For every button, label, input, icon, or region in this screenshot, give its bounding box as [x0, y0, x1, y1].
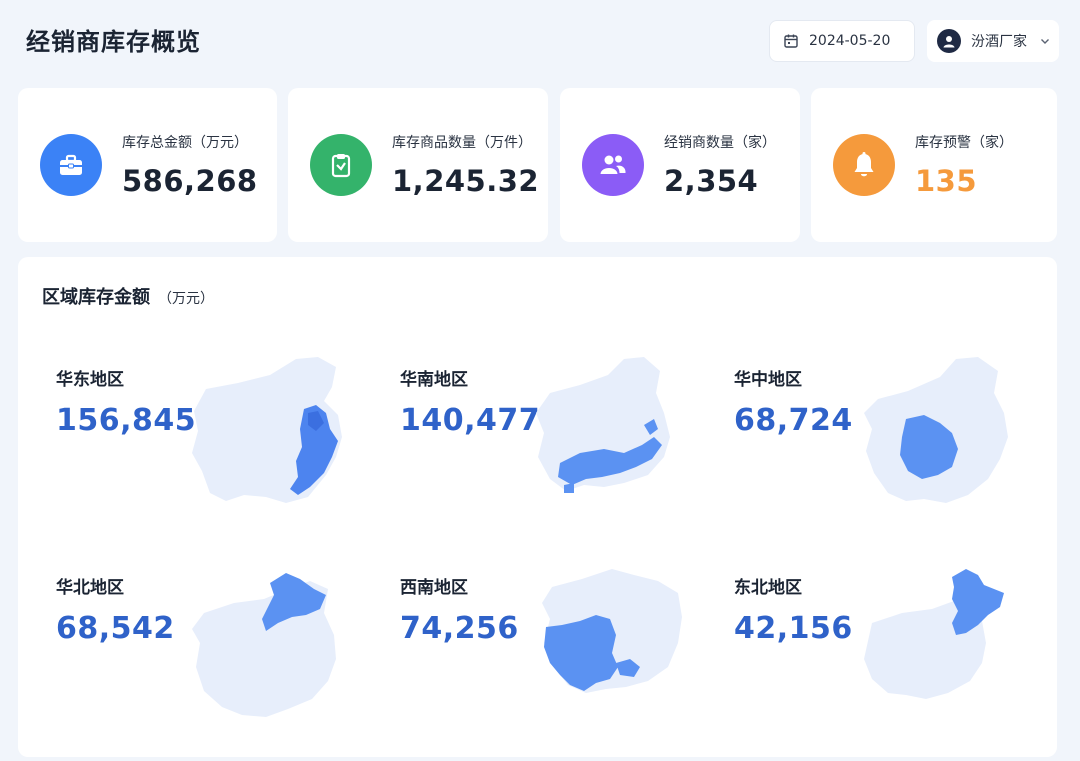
- page-title: 经销商库存概览: [26, 28, 201, 56]
- calendar-icon: [784, 34, 798, 48]
- region-panel: 区域库存金额 （万元） 华东地区 156,845 华南地区 140,477 华中地…: [18, 257, 1057, 757]
- kpi-card-product-count: 库存商品数量（万件） 1,245.32: [288, 88, 548, 242]
- region-value: 42,156: [734, 611, 853, 646]
- kpi-label: 库存预警（家）: [915, 135, 1013, 151]
- user-name: 汾酒厂家: [971, 34, 1027, 50]
- region-name: 华南地区: [400, 370, 468, 390]
- china-map-east-highlight-icon: [192, 357, 342, 503]
- bell-icon: [854, 152, 874, 177]
- avatar: [937, 29, 961, 53]
- region-name: 华东地区: [56, 370, 124, 390]
- region-name: 西南地区: [400, 578, 468, 598]
- user-menu[interactable]: 汾酒厂家: [927, 20, 1059, 62]
- region-card-east[interactable]: 华东地区 156,845: [40, 339, 360, 529]
- region-section-title-text: 区域库存金额: [42, 287, 150, 308]
- chevron-down-icon: [1041, 39, 1049, 44]
- users-icon: [600, 155, 626, 174]
- region-value: 140,477: [400, 403, 541, 438]
- kpi-value: 135: [915, 164, 978, 198]
- region-section-unit: （万元）: [158, 291, 214, 307]
- region-name: 华北地区: [56, 578, 124, 598]
- kpi-value: 1,245.32: [392, 164, 540, 198]
- region-card-northeast[interactable]: 东北地区 42,156: [718, 547, 1038, 737]
- region-card-southwest[interactable]: 西南地区 74,256: [384, 547, 704, 737]
- kpi-label: 库存商品数量（万件）: [392, 135, 532, 151]
- kpi-icon-bg: [40, 134, 102, 196]
- region-value: 68,542: [56, 611, 175, 646]
- region-name: 华中地区: [734, 370, 802, 390]
- kpi-value: 586,268: [122, 164, 258, 198]
- date-value: 2024-05-20: [809, 33, 891, 49]
- user-icon: [943, 36, 955, 48]
- kpi-icon-bg: [310, 134, 372, 196]
- china-map-south-highlight-icon: [536, 357, 670, 493]
- region-value: 74,256: [400, 611, 519, 646]
- region-name: 东北地区: [734, 578, 802, 598]
- china-map-central-highlight-icon: [864, 357, 1008, 503]
- region-card-north[interactable]: 华北地区 68,542: [40, 547, 360, 737]
- kpi-card-stock-warning: 库存预警（家） 135: [811, 88, 1057, 242]
- kpi-card-dealer-count: 经销商数量（家） 2,354: [560, 88, 800, 242]
- kpi-card-total-amount: 库存总金额（万元） 586,268: [18, 88, 277, 242]
- date-picker[interactable]: 2024-05-20: [769, 20, 915, 62]
- region-section-title: 区域库存金额 （万元）: [42, 283, 214, 309]
- kpi-icon-bg: [833, 134, 895, 196]
- region-card-central[interactable]: 华中地区 68,724: [718, 339, 1038, 529]
- kpi-value: 2,354: [664, 164, 759, 198]
- china-map-north-highlight-icon: [192, 573, 336, 717]
- clipboard-icon: [331, 154, 351, 178]
- kpi-label: 经销商数量（家）: [664, 135, 776, 151]
- china-map-southwest-highlight-icon: [542, 569, 682, 693]
- region-card-south[interactable]: 华南地区 140,477: [384, 339, 704, 529]
- china-map-northeast-highlight-icon: [864, 569, 1004, 699]
- region-value: 68,724: [734, 403, 853, 438]
- region-value: 156,845: [56, 403, 197, 438]
- briefcase-icon: [60, 154, 82, 175]
- kpi-label: 库存总金额（万元）: [122, 135, 248, 151]
- header: 经销商库存概览 2024-05-20 汾酒厂家: [0, 0, 1080, 80]
- kpi-icon-bg: [582, 134, 644, 196]
